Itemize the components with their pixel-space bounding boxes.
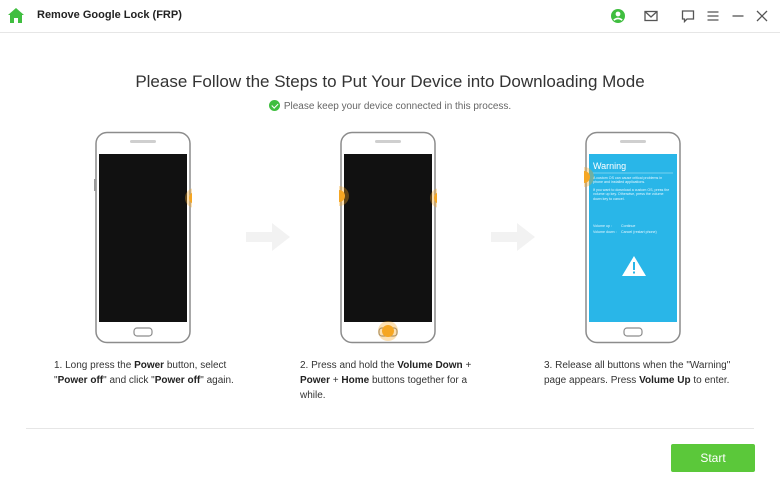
home-icon[interactable] xyxy=(7,7,25,24)
step-text-run: Power off xyxy=(57,375,104,386)
connection-note: Please keep your device connected in thi… xyxy=(0,100,780,112)
step-text-run: Power xyxy=(134,360,165,371)
step-3-instructions: 3. Release all buttons when the "Warning… xyxy=(544,358,740,388)
app-title: Remove Google Lock (FRP) xyxy=(37,9,182,21)
account-icon[interactable] xyxy=(610,8,626,24)
phone-step-2 xyxy=(329,131,450,344)
step-1-instructions: 1. Long press the Power button, select "… xyxy=(54,358,244,388)
warning-body-2: If you want to download a custom OS, pre… xyxy=(593,187,670,201)
close-icon[interactable] xyxy=(754,8,770,24)
step-2-instructions: 2. Press and hold the Volume Down + Powe… xyxy=(300,358,482,403)
step-text-run: + xyxy=(462,360,472,371)
step-text-run: Volume Up xyxy=(639,375,691,386)
mail-icon[interactable] xyxy=(643,8,659,24)
warning-opt2-key: Volume down : xyxy=(593,230,617,234)
step-text-run: Power xyxy=(300,375,331,386)
step-text-run: " again. xyxy=(200,375,234,386)
step-text-run: 1. Long press the xyxy=(54,360,135,371)
step-text-run: 2. Press and hold the xyxy=(300,360,398,371)
warning-title: Warning xyxy=(593,161,626,171)
phone-step-1 xyxy=(93,131,205,344)
warning-opt1-value: Continue xyxy=(621,224,635,228)
arrow-right-icon xyxy=(246,221,290,253)
title-bar: Remove Google Lock (FRP) xyxy=(0,0,780,33)
step-text-run: Power off xyxy=(154,375,201,386)
step-text-run: " and click " xyxy=(103,375,155,386)
warning-opt1-key: Volume up : xyxy=(593,224,612,228)
feedback-icon[interactable] xyxy=(680,8,696,24)
connection-note-text: Please keep your device connected in thi… xyxy=(283,101,512,112)
warning-opt2-value: Cancel (restart phone) xyxy=(621,230,657,234)
arrow-right-icon xyxy=(491,221,535,253)
minimize-icon[interactable] xyxy=(730,8,746,24)
divider xyxy=(26,428,754,429)
phone-step-3: Warning A custom OS can cause critical p… xyxy=(574,131,682,344)
step-text-run: Volume Down xyxy=(397,360,463,371)
start-button[interactable]: Start xyxy=(671,444,755,472)
check-icon xyxy=(268,100,280,111)
warning-body-1: A custom OS can cause critical problems … xyxy=(593,176,663,185)
step-text-run: + xyxy=(330,375,342,386)
menu-icon[interactable] xyxy=(705,8,721,24)
page-title: Please Follow the Steps to Put Your Devi… xyxy=(135,72,645,91)
step-text-run: to enter. xyxy=(690,375,730,386)
step-text-run: Home xyxy=(341,375,370,386)
